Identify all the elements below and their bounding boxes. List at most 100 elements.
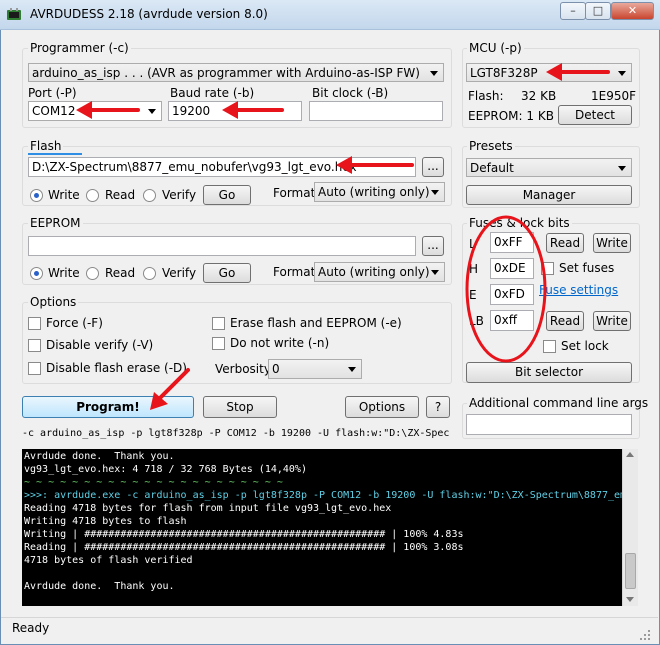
disable-verify-checkbox[interactable] <box>28 339 41 352</box>
mcu-select[interactable]: LGT8F328P <box>466 63 632 82</box>
disable-flash-erase-label: Disable flash erase (-D) <box>46 361 187 375</box>
options-group-label: Options <box>28 295 79 309</box>
resize-grip-icon[interactable] <box>638 628 652 642</box>
console-line: >>>: avrdude.exe -c arduino_as_isp -p lg… <box>24 490 622 501</box>
console-line: vg93_lgt_evo.hex: 4 718 / 32 768 Bytes (… <box>24 464 307 475</box>
chevron-down-icon <box>148 109 156 114</box>
console-line: Writing 4718 bytes to flash <box>24 516 187 527</box>
flash-size-value: 32 KB <box>521 89 557 103</box>
scroll-down-icon[interactable] <box>626 597 634 602</box>
force-label: Force (-F) <box>46 316 103 330</box>
lock-read-button[interactable]: Read <box>546 311 584 331</box>
programmer-select-value: arduino_as_isp . . . (AVR as programmer … <box>32 66 420 80</box>
flash-go-button[interactable]: Go <box>203 185 251 205</box>
close-button[interactable]: ✕ <box>611 2 654 20</box>
fuse-h-input[interactable]: 0xDE <box>490 258 534 279</box>
presets-select-value: Default <box>470 161 514 175</box>
flash-verify-radio[interactable] <box>143 189 156 202</box>
command-line-preview: -c arduino_as_isp -p lgt8f328p -P COM12 … <box>22 428 450 439</box>
status-bar <box>1 617 658 644</box>
do-not-write-label: Do not write (-n) <box>230 336 330 350</box>
flash-format-select[interactable]: Auto (writing only) <box>314 182 445 202</box>
do-not-write-checkbox[interactable] <box>212 337 225 350</box>
flash-file-input[interactable]: D:\ZX-Spectrum\8877_emu_nobufer\vg93_lgt… <box>28 157 416 177</box>
fuse-e-label: E <box>469 288 477 302</box>
set-lock-checkbox[interactable] <box>543 340 556 353</box>
set-fuses-checkbox[interactable] <box>541 262 554 275</box>
lock-write-button[interactable]: Write <box>593 311 631 331</box>
verbosity-label: Verbosity <box>215 362 271 376</box>
eeprom-go-button[interactable]: Go <box>203 263 251 283</box>
flash-tab-underline <box>28 153 82 155</box>
fuse-settings-link[interactable]: Fuse settings <box>539 283 618 297</box>
flash-read-label: Read <box>105 188 136 202</box>
signature-value: 1E950F <box>591 89 637 103</box>
stop-button[interactable]: Stop <box>203 396 277 418</box>
disable-flash-erase-checkbox[interactable] <box>28 362 41 375</box>
flash-read-radio[interactable] <box>86 189 99 202</box>
flash-verify-label: Verify <box>162 188 197 202</box>
eeprom-group-label: EEPROM <box>28 216 83 230</box>
eeprom-read-radio[interactable] <box>86 267 99 280</box>
fuse-read-button[interactable]: Read <box>546 233 584 253</box>
detect-button[interactable]: Detect <box>558 105 632 125</box>
lock-bits-input[interactable]: 0xff <box>490 310 534 331</box>
erase-flash-checkbox[interactable] <box>212 317 225 330</box>
status-text: Ready <box>12 621 50 635</box>
programmer-group-label: Programmer (-c) <box>28 41 131 55</box>
flash-size-label: Flash: <box>468 89 504 103</box>
verbosity-select[interactable]: 0 <box>268 359 362 379</box>
eeprom-write-radio[interactable] <box>30 267 43 280</box>
flash-browse-button[interactable]: ... <box>422 157 444 177</box>
fuse-write-button[interactable]: Write <box>593 233 631 253</box>
eeprom-format-value: Auto (writing only) <box>318 265 430 279</box>
console-scrollbar[interactable] <box>622 449 638 606</box>
eeprom-verify-label: Verify <box>162 266 197 280</box>
maximize-button[interactable]: □ <box>585 2 611 20</box>
mcu-group-label: MCU (-p) <box>467 41 524 55</box>
bit-selector-button[interactable]: Bit selector <box>466 362 632 383</box>
flash-write-radio[interactable] <box>30 189 43 202</box>
force-checkbox[interactable] <box>28 317 41 330</box>
programmer-select[interactable]: arduino_as_isp . . . (AVR as programmer … <box>28 63 444 82</box>
eeprom-format-select[interactable]: Auto (writing only) <box>314 262 445 282</box>
port-label: Port (-P) <box>28 86 77 100</box>
chevron-down-icon <box>430 70 438 76</box>
verbosity-value: 0 <box>272 362 280 376</box>
bitclock-input[interactable] <box>309 101 443 121</box>
flash-format-value: Auto (writing only) <box>318 185 430 199</box>
eeprom-verify-radio[interactable] <box>143 267 156 280</box>
help-button[interactable]: ? <box>426 396 450 418</box>
minimize-button[interactable]: – <box>560 2 586 20</box>
set-fuses-label: Set fuses <box>559 261 615 275</box>
console-line: ~ ~ ~ ~ ~ ~ ~ ~ ~ ~ ~ ~ ~ ~ ~ ~ ~ ~ ~ ~ … <box>24 477 283 488</box>
bitclock-label: Bit clock (-B) <box>312 86 389 100</box>
erase-flash-label: Erase flash and EEPROM (-e) <box>230 316 402 330</box>
app-icon <box>7 8 21 20</box>
console-lines: Avrdude done. Thank you. vg93_lgt_evo.hex… <box>24 450 622 592</box>
fuse-l-label: L <box>469 237 476 251</box>
mcu-select-value: LGT8F328P <box>470 66 538 80</box>
chevron-down-icon <box>618 165 626 171</box>
port-select[interactable]: COM12 <box>28 101 162 121</box>
console-line: Reading | ##############################… <box>24 542 464 553</box>
program-button[interactable]: Program! <box>22 396 194 418</box>
eeprom-browse-button[interactable]: ... <box>422 236 444 256</box>
fuse-e-input[interactable]: 0xFD <box>490 284 534 305</box>
fuse-h-label: H <box>469 262 479 276</box>
manager-button[interactable]: Manager <box>466 185 632 205</box>
eeprom-file-input[interactable] <box>28 236 416 256</box>
fuse-l-input[interactable]: 0xFF <box>490 232 534 253</box>
console-line: Writing | ##############################… <box>24 529 464 540</box>
baud-input[interactable]: 19200 <box>168 101 302 121</box>
additional-args-input[interactable] <box>466 414 632 435</box>
flash-write-label: Write <box>48 188 80 202</box>
options-button[interactable]: Options <box>345 396 419 418</box>
console-output[interactable]: Avrdude done. Thank you. vg93_lgt_evo.hex… <box>22 449 622 606</box>
additional-args-label: Additional command line args <box>467 396 651 410</box>
scroll-thumb[interactable] <box>625 553 636 589</box>
scroll-up-icon[interactable] <box>626 452 634 457</box>
presets-select[interactable]: Default <box>466 158 632 177</box>
eeprom-size-label: EEPROM: 1 KB <box>468 109 554 123</box>
